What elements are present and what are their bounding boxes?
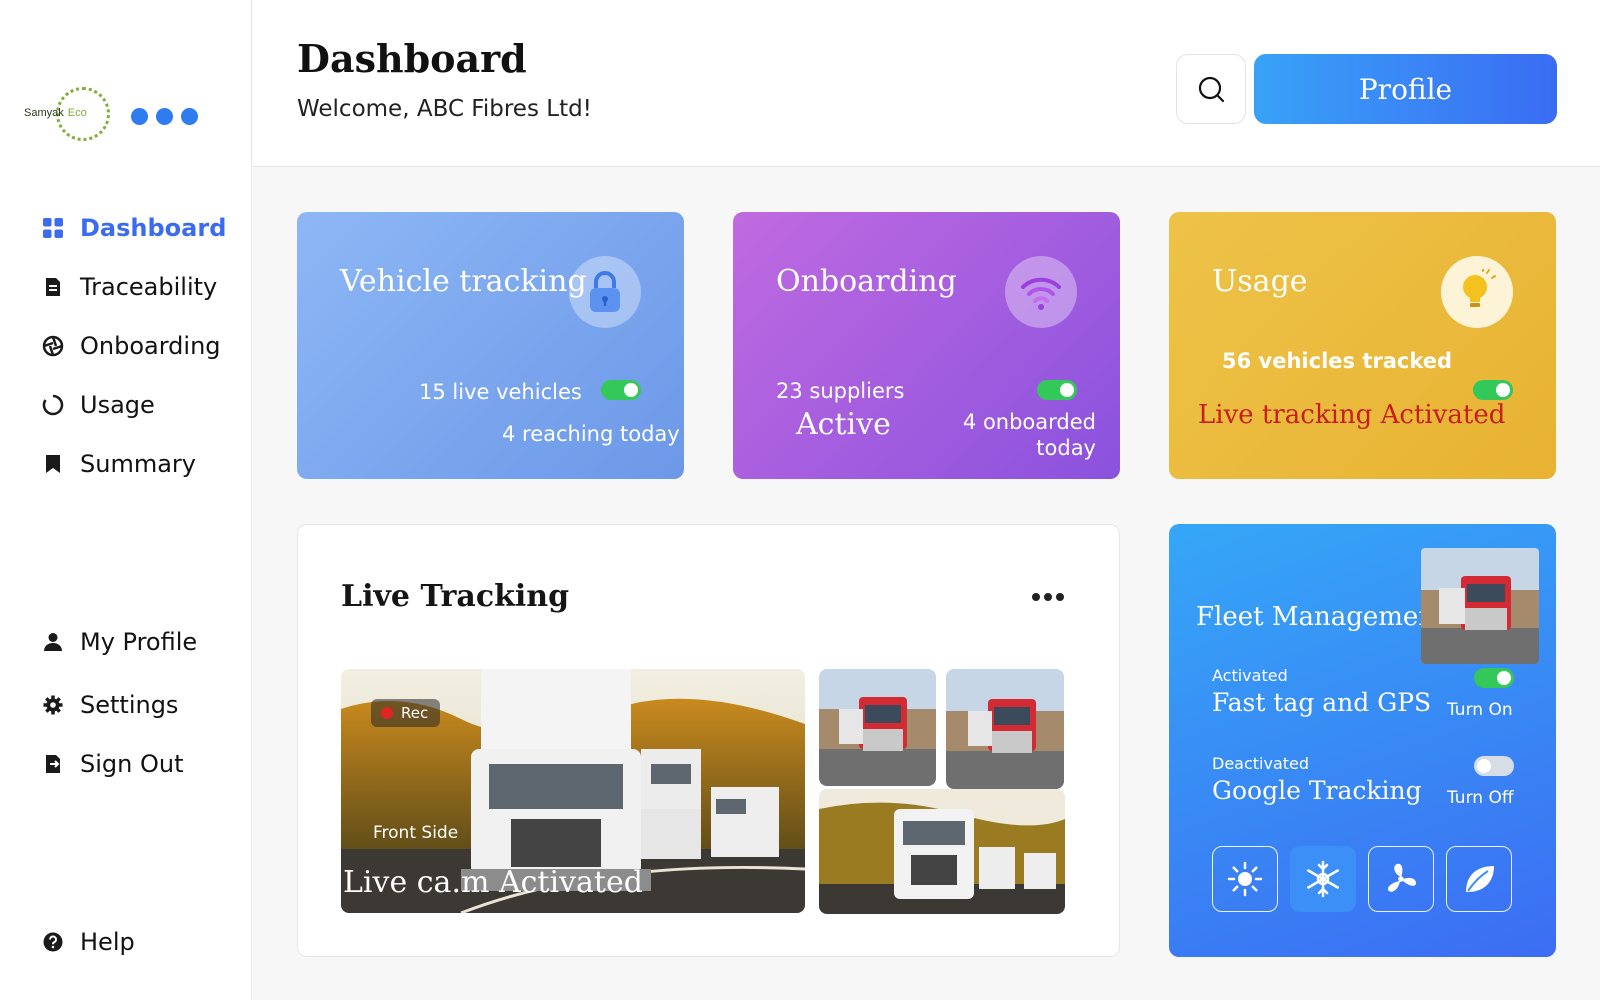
snowflake-mode-button[interactable] bbox=[1290, 846, 1356, 912]
brand-accent: Eco bbox=[67, 107, 87, 119]
search-button[interactable] bbox=[1176, 54, 1246, 124]
page-title: Dashboard bbox=[297, 36, 527, 81]
fleet-title: Fleet Management bbox=[1196, 602, 1446, 632]
vehicle-tracking-toggle[interactable] bbox=[601, 380, 641, 400]
turn-on-label[interactable]: Turn On bbox=[1447, 700, 1513, 720]
leaf-icon bbox=[1466, 866, 1494, 892]
sidebar-item-sign-out[interactable]: Sign Out bbox=[42, 748, 184, 780]
google-tracking-toggle[interactable] bbox=[1474, 756, 1514, 776]
camera-label: Front Side bbox=[373, 823, 459, 843]
sidebar-item-onboarding[interactable]: Onboarding bbox=[42, 330, 221, 362]
onboarding-toggle[interactable] bbox=[1037, 380, 1077, 400]
reaching-today: 4 reaching today bbox=[502, 422, 680, 446]
camera-feed-thumb[interactable] bbox=[819, 789, 1065, 914]
live-tracking-status: Live tracking Activated bbox=[1198, 400, 1506, 430]
more-options-icon[interactable] bbox=[1032, 587, 1064, 607]
suppliers-count: 23 suppliers bbox=[776, 379, 905, 403]
card-title: Vehicle tracking bbox=[340, 264, 587, 299]
vehicle-tracking-card[interactable]: Vehicle tracking 15 live vehicles 4 reac… bbox=[297, 212, 684, 479]
snowflake-icon bbox=[1307, 860, 1339, 898]
section-title: Live Tracking bbox=[341, 579, 570, 614]
card-title: Onboarding bbox=[776, 264, 957, 299]
card-title: Usage bbox=[1212, 264, 1308, 299]
onboarded-line-2: today bbox=[1036, 436, 1096, 460]
feature-name: Google Tracking bbox=[1212, 776, 1422, 805]
sidebar-item-dashboard[interactable]: Dashboard bbox=[42, 212, 226, 244]
feature-state: Deactivated bbox=[1212, 754, 1310, 773]
onboarded-today: 4 onboarded today bbox=[954, 410, 1096, 460]
record-dot-icon bbox=[381, 707, 393, 719]
header: Dashboard Welcome, ABC Fibres Ltd! Profi… bbox=[253, 0, 1600, 167]
rec-label: Rec bbox=[401, 704, 429, 722]
document-icon bbox=[42, 276, 64, 298]
bookmark-icon bbox=[42, 453, 64, 475]
sidebar-item-label: Onboarding bbox=[80, 332, 221, 360]
truck-photo bbox=[819, 789, 1065, 914]
fleet-truck-photo bbox=[1421, 548, 1539, 664]
usage-card[interactable]: Usage 56 vehicles tracked Live tracking … bbox=[1169, 212, 1556, 479]
sidebar-item-label: Traceability bbox=[80, 273, 218, 301]
sidebar-item-help[interactable]: Help bbox=[42, 926, 135, 958]
fan-icon bbox=[1387, 863, 1416, 892]
aperture-icon bbox=[42, 335, 64, 357]
lightbulb-icon bbox=[1441, 256, 1513, 328]
sidebar-item-label: Usage bbox=[80, 391, 155, 419]
brand-name: Samyak bbox=[24, 107, 64, 119]
more-dots-icon[interactable] bbox=[131, 108, 198, 125]
gear-icon bbox=[42, 694, 64, 716]
sidebar-item-traceability[interactable]: Traceability bbox=[42, 271, 217, 303]
sidebar-item-my-profile[interactable]: My Profile bbox=[42, 626, 197, 658]
profile-button[interactable]: Profile bbox=[1254, 54, 1557, 124]
fan-mode-button[interactable] bbox=[1368, 846, 1434, 912]
turn-off-label[interactable]: Turn Off bbox=[1447, 788, 1514, 808]
truck-photo bbox=[819, 669, 936, 786]
truck-photo bbox=[946, 669, 1064, 789]
sidebar-item-settings[interactable]: Settings bbox=[42, 689, 178, 721]
sidebar-item-label: My Profile bbox=[80, 628, 198, 656]
feature-name: Fast tag and GPS bbox=[1212, 688, 1432, 717]
sidebar-item-summary[interactable]: Summary bbox=[42, 448, 196, 480]
leaf-mode-button[interactable] bbox=[1446, 846, 1512, 912]
sidebar-item-label: Settings bbox=[80, 691, 179, 719]
user-icon bbox=[42, 631, 64, 653]
search-icon bbox=[1198, 76, 1225, 103]
sidebar-item-label: Summary bbox=[80, 450, 196, 478]
fleet-management-card: Fleet Management Activated Fast tag and … bbox=[1169, 524, 1556, 957]
sign-out-icon bbox=[42, 753, 64, 775]
lock-icon bbox=[569, 256, 641, 328]
camera-status: Live ca.m Activated bbox=[343, 865, 643, 900]
sidebar-item-label: Help bbox=[80, 928, 135, 956]
welcome-message: Welcome, ABC Fibres Ltd! bbox=[297, 96, 592, 122]
onboarding-card[interactable]: Onboarding 23 suppliers Active 4 onboard… bbox=[733, 212, 1120, 479]
usage-toggle[interactable] bbox=[1473, 380, 1513, 400]
sidebar-item-label: Sign Out bbox=[80, 750, 184, 778]
sun-icon bbox=[1227, 861, 1263, 897]
sun-mode-button[interactable] bbox=[1212, 846, 1278, 912]
logo: Samyak Eco bbox=[24, 86, 114, 142]
ring-icon bbox=[42, 394, 64, 416]
camera-feed-thumb[interactable] bbox=[819, 669, 936, 786]
live-tracking-panel: Live Tracking Rec Front Side Live ca.m A… bbox=[297, 524, 1120, 957]
feature-state: Activated bbox=[1212, 666, 1288, 685]
camera-feed-thumb[interactable] bbox=[946, 669, 1064, 789]
sidebar: Samyak Eco Dashboard Traceability Onboard… bbox=[0, 0, 252, 1000]
live-vehicles-count: 15 live vehicles bbox=[419, 380, 582, 404]
wifi-icon bbox=[1005, 256, 1077, 328]
suppliers-status: Active bbox=[796, 407, 891, 442]
help-icon bbox=[42, 931, 64, 953]
brand-logo: Samyak Eco bbox=[24, 86, 114, 142]
recording-badge: Rec bbox=[371, 699, 441, 727]
fast-tag-toggle[interactable] bbox=[1474, 668, 1514, 688]
camera-feed-main[interactable]: Rec Front Side Live ca.m Activated bbox=[341, 669, 805, 913]
sidebar-item-label: Dashboard bbox=[80, 214, 227, 242]
sidebar-item-usage[interactable]: Usage bbox=[42, 389, 155, 421]
vehicles-tracked: 56 vehicles tracked bbox=[1222, 349, 1453, 373]
onboarded-line-1: 4 onboarded bbox=[962, 410, 1096, 434]
grid-icon bbox=[42, 217, 64, 239]
